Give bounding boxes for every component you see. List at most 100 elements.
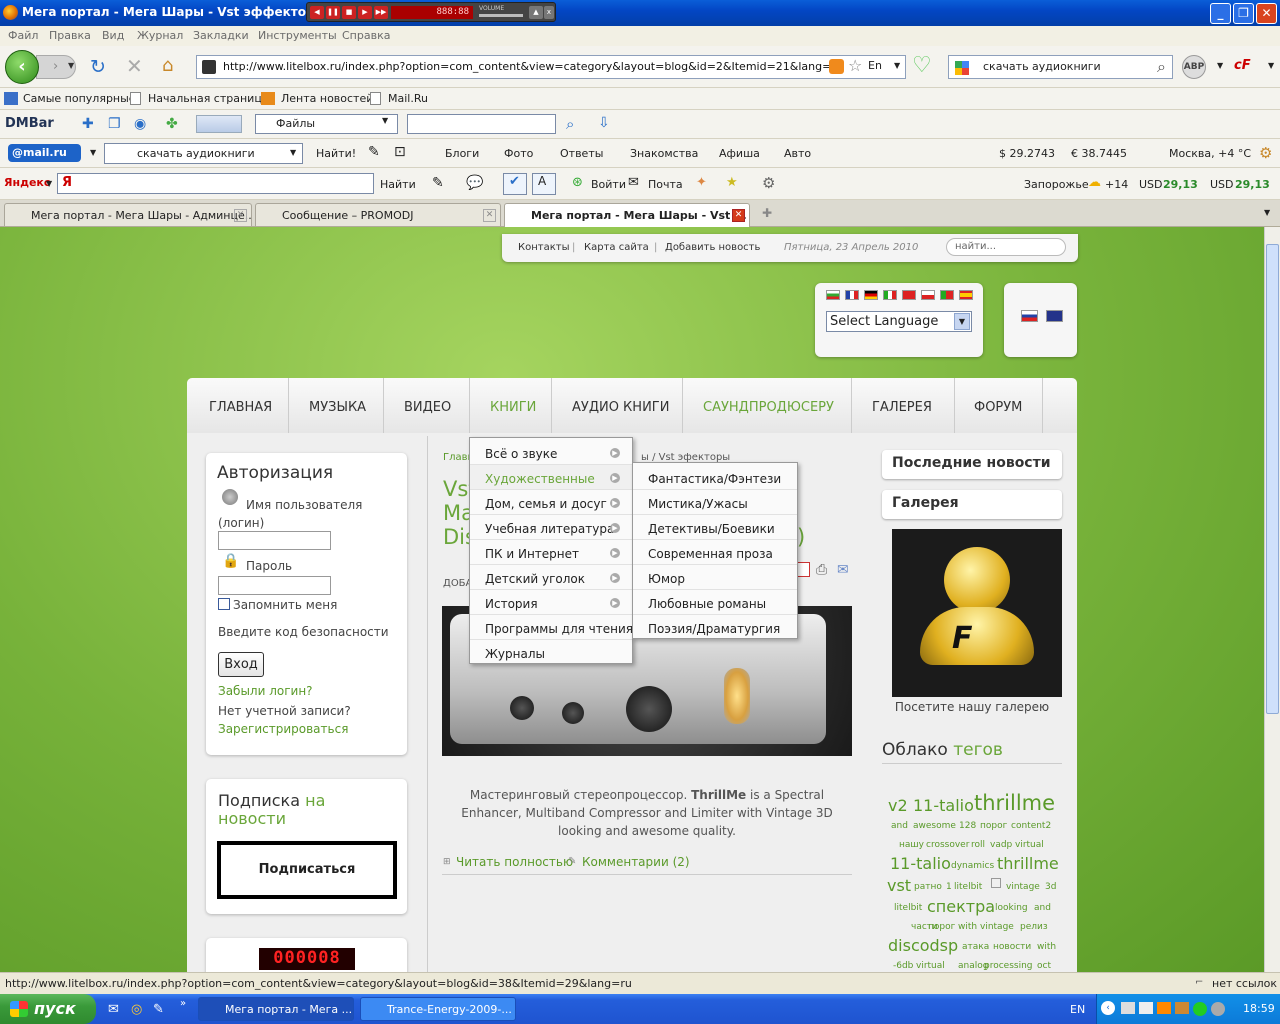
tag[interactable]: vintage (1006, 882, 1040, 892)
mailru-search-dropdown[interactable]: ▼ (290, 148, 296, 157)
player-prev-button[interactable]: ◀ (310, 6, 324, 19)
menu-history[interactable]: Журнал (137, 29, 183, 42)
menu-item-kids[interactable]: Детский уголок ▶ (470, 565, 632, 590)
rss-icon[interactable] (829, 59, 844, 74)
menu-tools[interactable]: Инструменты (258, 29, 337, 42)
gallery-header[interactable]: Галерея (882, 490, 1062, 519)
tag[interactable]: dynamics (951, 861, 994, 871)
print-icon[interactable]: ⎙ (816, 562, 827, 578)
maximize-button[interactable]: ❐ (1233, 3, 1254, 24)
quicklaunch-more-icon[interactable]: » (180, 998, 186, 1009)
submenu-item[interactable]: Детективы/Боевики (633, 515, 797, 540)
spellcheck-icon[interactable]: ✔ (503, 173, 527, 195)
tab-close-icon[interactable]: ✕ (483, 209, 496, 222)
menu-item-sound[interactable]: Всё о звуке ▶ (470, 440, 632, 465)
bookmark-start-page[interactable]: Начальная страница (148, 92, 269, 105)
weather-moscow[interactable]: Москва, +4 °C (1169, 147, 1251, 160)
yandex-mail[interactable]: Почта (648, 178, 683, 191)
files-dropdown-icon[interactable]: ▼ (382, 116, 388, 125)
adblock-button[interactable]: ABP (1182, 55, 1206, 79)
web-search-box[interactable]: скачать аудиокниги ⌕ (948, 55, 1173, 79)
menu-item-magazines[interactable]: Журналы (470, 640, 632, 665)
yandex-menu-icon[interactable]: ▼ (46, 179, 52, 188)
windows-icon[interactable]: ❐ (108, 116, 121, 132)
submenu-item[interactable]: Фантастика/Фэнтези (633, 465, 797, 490)
nav-video[interactable]: ВИДЕО (404, 400, 451, 415)
yandex-login[interactable]: Войти (591, 178, 626, 191)
tag[interactable]: roll (971, 840, 985, 850)
flag-en-icon[interactable] (1046, 310, 1063, 322)
taskbar-firefox[interactable]: Мега портал - Мега ... (198, 997, 354, 1021)
chat-icon[interactable]: 💬 (466, 175, 483, 191)
menu-item-readers[interactable]: Программы для чтения (470, 615, 633, 640)
scan-icon[interactable]: ⊡ (394, 144, 406, 160)
status-links[interactable]: нет ссылок (1212, 977, 1277, 990)
tag[interactable]: content2 (1011, 821, 1051, 831)
scrollbar-thumb[interactable] (1266, 244, 1279, 714)
add-icon[interactable]: ✚ (82, 116, 94, 132)
menu-bookmarks[interactable]: Закладки (193, 29, 249, 42)
marker-icon[interactable]: ✎ (432, 175, 444, 191)
menu-item-history[interactable]: История ▶ (470, 590, 632, 615)
tag[interactable]: 11-talio (890, 854, 951, 873)
read-more-link[interactable]: Читать полностью (456, 855, 573, 869)
bookmark-news-feed[interactable]: Лента новостей (281, 92, 373, 105)
menu-item-pc[interactable]: ПК и Интернет ▶ (470, 540, 632, 565)
tag[interactable]: discodsp (888, 936, 958, 955)
start-button[interactable]: пуск (0, 994, 96, 1024)
back-button[interactable]: ‹ (5, 50, 39, 84)
stop-icon[interactable]: ✕ (126, 54, 143, 78)
comments-link[interactable]: Комментарии (2) (582, 855, 690, 869)
tag[interactable]: litelbit (954, 882, 982, 892)
quicklaunch-icon[interactable]: ✉ (108, 1002, 119, 1017)
player-close-button[interactable]: x (544, 6, 554, 19)
quicklaunch-icon[interactable]: ◎ (131, 1002, 142, 1017)
mailru-find-button[interactable]: Найти! (316, 147, 356, 160)
link-answers[interactable]: Ответы (560, 147, 603, 160)
url-bar[interactable]: http://www.litelbox.ru/index.php?option=… (196, 55, 906, 79)
pencil-icon[interactable]: ✎ (368, 144, 380, 160)
tray-icon[interactable] (1175, 1002, 1189, 1014)
tag[interactable]: with (958, 922, 977, 932)
yandex-search-input[interactable] (57, 173, 374, 194)
flag-pl-icon[interactable] (921, 290, 935, 300)
menu-view[interactable]: Вид (102, 29, 124, 42)
tab-vst[interactable]: Мега портал - Мега Шары - Vst ... ✕ (504, 203, 750, 227)
tag[interactable]: ратно (914, 882, 942, 892)
tag[interactable]: новости (993, 942, 1031, 952)
tag[interactable]: -6db (893, 961, 913, 971)
flag-ru-icon[interactable] (1021, 310, 1038, 322)
tag[interactable]: virtual (1015, 840, 1044, 850)
bookmark-popular[interactable]: Самые популярные (23, 92, 136, 105)
cf-dropdown-icon[interactable]: ▼ (1268, 61, 1274, 70)
password-input[interactable] (218, 576, 331, 595)
player-play-button[interactable]: ▶ (358, 6, 372, 19)
tag[interactable]: with (1037, 942, 1056, 952)
link-sitemap[interactable]: Карта сайта (584, 242, 649, 253)
menu-item-education[interactable]: Учебная литература ▶ (470, 515, 632, 540)
submenu-item[interactable]: Любовные романы (633, 590, 797, 615)
translate-icon[interactable]: A (532, 173, 556, 195)
login-button[interactable]: Вход (218, 652, 264, 677)
yandex-find-button[interactable]: Найти (380, 178, 416, 191)
tray-icon[interactable] (1121, 1002, 1135, 1014)
dmbar-search-input[interactable] (407, 114, 556, 134)
favorites-star-icon[interactable]: ★ (726, 175, 738, 190)
settings-gear-icon[interactable]: ⚙ (1259, 144, 1272, 162)
menu-item-fiction[interactable]: Художественные ▶ (470, 465, 632, 490)
tray-icon[interactable] (1139, 1002, 1153, 1014)
gallery-image[interactable]: F (892, 529, 1062, 697)
search-icon[interactable]: ⌕ (1157, 57, 1166, 77)
tray-icon[interactable] (1211, 1002, 1225, 1016)
quicklaunch-icon[interactable]: ✎ (153, 1002, 164, 1017)
tray-arrow-icon[interactable]: ‹ (1101, 1001, 1115, 1015)
tag[interactable]: 128 (959, 821, 976, 831)
dmbar-download-icon[interactable]: ⇩ (598, 115, 610, 131)
site-search-input[interactable]: найти... (946, 238, 1066, 256)
tag[interactable]: порог (928, 922, 955, 932)
dmbar-widget[interactable] (196, 115, 242, 133)
submenu-item[interactable]: Мистика/Ужасы (633, 490, 797, 515)
globe-icon[interactable]: ◉ (134, 116, 146, 132)
tag[interactable]: processing (984, 961, 1033, 971)
menu-help[interactable]: Справка (342, 29, 390, 42)
